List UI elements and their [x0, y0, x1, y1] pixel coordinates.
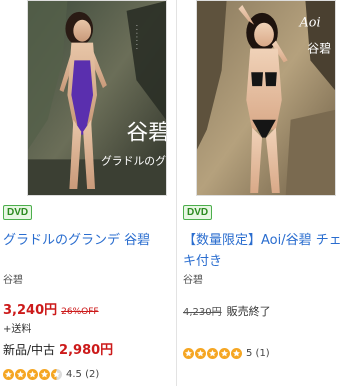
used-price-value: 2,980円 — [59, 343, 114, 358]
product-card: Aoi 谷碧 DVD 【数量限定】Aoi/谷碧 チェキ付き 谷碧 4,230円 … — [178, 0, 349, 386]
rating-text: 4.5 (2) — [66, 369, 100, 380]
sale-status-label: 販売終了 — [226, 305, 271, 318]
star-full-icon — [231, 348, 242, 359]
maker-name: 谷碧 — [183, 275, 203, 286]
star-full-icon — [39, 369, 50, 380]
format-badge: DVD — [3, 205, 33, 220]
product-title-link[interactable]: 【数量限定】Aoi/谷碧 チェキ付き — [183, 230, 347, 272]
rating-row[interactable]: 5 (1) — [183, 348, 270, 359]
product-card: · · · · · · · 谷碧 グラドルのグランデ DVD グラドルのグランデ… — [0, 0, 174, 386]
product-grid: · · · · · · · 谷碧 グラドルのグランデ DVD グラドルのグランデ… — [0, 0, 349, 386]
star-rating — [183, 348, 243, 359]
used-label: 新品/中古 — [3, 343, 56, 357]
cover-subtitle-text: グラドルのグランデ — [101, 153, 166, 167]
star-full-icon — [183, 348, 194, 359]
price-row: 3,240円 26%OFF — [3, 299, 99, 318]
maker-name: 谷碧 — [3, 275, 23, 286]
rating-row[interactable]: 4.5 (2) — [3, 369, 99, 380]
price-value: 3,240円 — [3, 303, 58, 318]
column-divider — [176, 0, 177, 386]
rating-text: 5 (1) — [246, 348, 270, 359]
star-half-icon — [51, 369, 62, 380]
used-price-row[interactable]: 新品/中古 2,980円 — [3, 339, 113, 358]
cover-latin-text: Aoi — [299, 16, 321, 31]
format-badge: DVD — [183, 205, 213, 220]
shipping-label: +送料 — [3, 324, 32, 335]
star-full-icon — [207, 348, 218, 359]
price-row: 4,230円 販売終了 — [183, 303, 271, 319]
star-full-icon — [3, 369, 14, 380]
star-full-icon — [219, 348, 230, 359]
product-cover-image[interactable]: · · · · · · · 谷碧 グラドルのグランデ — [27, 0, 167, 196]
star-full-icon — [27, 369, 38, 380]
product-title-link[interactable]: グラドルのグランデ 谷碧 — [3, 230, 173, 251]
product-cover-image[interactable]: Aoi 谷碧 — [196, 0, 336, 196]
cover-name-text: 谷碧 — [127, 121, 166, 146]
cover-name-text: 谷碧 — [307, 41, 331, 55]
svg-text:· · · · · · ·: · · · · · · · — [132, 25, 138, 50]
old-price-value: 4,230円 — [183, 307, 222, 318]
star-rating — [3, 369, 63, 380]
star-full-icon — [15, 369, 26, 380]
discount-label: 26%OFF — [61, 307, 99, 317]
star-full-icon — [195, 348, 206, 359]
